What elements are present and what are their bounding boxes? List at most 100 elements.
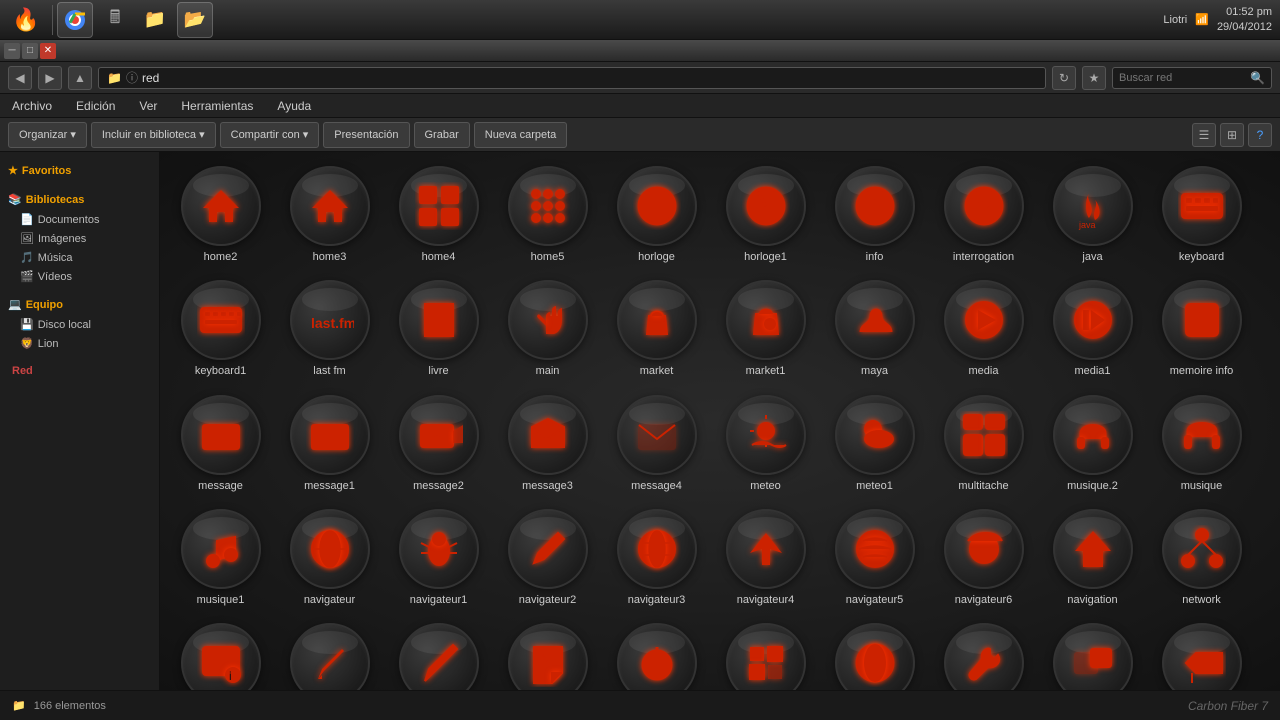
window-chrome: ─ □ ✕	[0, 40, 1280, 62]
icon-item-opera[interactable]: opera	[822, 617, 927, 690]
icon-item-livre[interactable]: livre	[386, 274, 491, 384]
icon-item-message2[interactable]: message2	[386, 389, 491, 499]
icon-circle-interrogation: ?	[944, 166, 1024, 246]
menu-archivo[interactable]: Archivo	[8, 97, 56, 115]
icon-item-home2[interactable]: home2	[168, 160, 273, 270]
icon-item-keyboard1[interactable]: keyboard1	[168, 274, 273, 384]
lion-label: Lion	[38, 338, 59, 350]
icon-item-musique1[interactable]: musique1	[168, 503, 273, 613]
forward-button[interactable]: ▶	[38, 66, 62, 90]
icon-item-home4[interactable]: home4	[386, 160, 491, 270]
icon-item-message1[interactable]: message1	[277, 389, 382, 499]
icon-item-navigateur6[interactable]: navigateur6	[931, 503, 1036, 613]
icon-item-note1[interactable]: note1	[277, 617, 382, 690]
chrome-icon[interactable]	[57, 2, 93, 38]
search-icon[interactable]: 🔍	[1250, 71, 1265, 85]
icon-item-network[interactable]: network	[1149, 503, 1254, 613]
up-button[interactable]: ▲	[68, 66, 92, 90]
icon-item-market1[interactable]: market1	[713, 274, 818, 384]
icon-item-outlook[interactable]: outlook	[1040, 617, 1145, 690]
icon-item-message3[interactable]: message3	[495, 389, 600, 499]
ubuntu-icon[interactable]: 🔥	[8, 2, 44, 38]
maximize-button[interactable]: □	[22, 43, 38, 59]
icon-item-media[interactable]: media	[931, 274, 1036, 384]
icon-item-notes[interactable]: N notes	[495, 617, 600, 690]
close-button[interactable]: ✕	[40, 43, 56, 59]
icon-item-musique[interactable]: musique	[1149, 389, 1254, 499]
icon-label-navigateur2: navigateur2	[519, 593, 577, 607]
organizar-button[interactable]: Organizar ▾	[8, 122, 87, 148]
icon-circle-message4	[617, 395, 697, 475]
folder-icon[interactable]: 📂	[177, 2, 213, 38]
nueva-carpeta-button[interactable]: Nueva carpeta	[474, 122, 568, 148]
icon-item-market[interactable]: market	[604, 274, 709, 384]
calculator-icon[interactable]: 🖩	[97, 2, 133, 38]
menu-edicion[interactable]: Edición	[72, 97, 119, 115]
icon-item-note2[interactable]: note2	[386, 617, 491, 690]
sidebar-header-bibliotecas[interactable]: 📚 Bibliotecas	[0, 189, 159, 210]
icon-item-java[interactable]: java java	[1040, 160, 1145, 270]
incluir-biblioteca-button[interactable]: Incluir en biblioteca ▾	[91, 122, 216, 148]
icon-item-media1[interactable]: media1	[1040, 274, 1145, 384]
menu-ver[interactable]: Ver	[135, 97, 161, 115]
icon-item-last_fm[interactable]: last.fm last fm	[277, 274, 382, 384]
icon-item-navigateur1[interactable]: navigateur1	[386, 503, 491, 613]
icon-item-office[interactable]: office	[713, 617, 818, 690]
view-details-icon[interactable]: ☰	[1192, 123, 1216, 147]
icon-item-message4[interactable]: message4	[604, 389, 709, 499]
menu-ayuda[interactable]: Ayuda	[273, 97, 315, 115]
back-button[interactable]: ◀	[8, 66, 32, 90]
sidebar-header-equipo[interactable]: 💻 Equipo	[0, 294, 159, 315]
icon-item-navigateur4[interactable]: navigateur4	[713, 503, 818, 613]
minimize-button[interactable]: ─	[4, 43, 20, 59]
icon-item-interrogation[interactable]: ? interrogation	[931, 160, 1036, 270]
icon-item-off[interactable]: off	[604, 617, 709, 690]
svg-text:i: i	[1198, 309, 1202, 331]
compartir-button[interactable]: Compartir con ▾	[220, 122, 320, 148]
sidebar-item-lion[interactable]: 🦁 Lion	[0, 334, 159, 353]
sidebar-header-favoritos[interactable]: ★ Favoritos	[0, 160, 159, 181]
icon-item-navigateur3[interactable]: navigateur3	[604, 503, 709, 613]
sidebar-item-musica[interactable]: 🎵 Música	[0, 248, 159, 267]
help-icon[interactable]: ?	[1248, 123, 1272, 147]
refresh-icon[interactable]: ↻	[1052, 66, 1076, 90]
grabar-button[interactable]: Grabar	[414, 122, 470, 148]
icon-label-java: java	[1082, 250, 1102, 264]
icon-item-keyboard[interactable]: keyboard	[1149, 160, 1254, 270]
icon-item-navigation[interactable]: navigation	[1040, 503, 1145, 613]
status-bar: 📁 166 elementos Carbon Fiber 7	[0, 690, 1280, 720]
files-icon[interactable]: 📁	[137, 2, 173, 38]
icon-item-info[interactable]: i info	[822, 160, 927, 270]
icon-item-horloge1[interactable]: horloge1	[713, 160, 818, 270]
icon-item-horloge[interactable]: horloge	[604, 160, 709, 270]
icon-item-maya[interactable]: maya	[822, 274, 927, 384]
icon-item-memoire_info[interactable]: i memoire info	[1149, 274, 1254, 384]
icon-item-main[interactable]: main	[495, 274, 600, 384]
sidebar-header-red[interactable]: Red	[0, 361, 159, 381]
icon-item-meteo1[interactable]: meteo1	[822, 389, 927, 499]
sidebar-item-videos[interactable]: 🎬 Vídeos	[0, 267, 159, 286]
sidebar-item-disco[interactable]: 💾 Disco local	[0, 315, 159, 334]
search-box[interactable]: Buscar red 🔍	[1112, 67, 1272, 89]
icon-item-musique2[interactable]: musique.2	[1040, 389, 1145, 499]
icon-item-home5[interactable]: home5	[495, 160, 600, 270]
presentacion-button[interactable]: Presentación	[323, 122, 409, 148]
icon-item-nformations[interactable]: i nformations applications	[168, 617, 273, 690]
icon-item-home3[interactable]: home3	[277, 160, 382, 270]
icon-item-pancarte[interactable]: pancarte	[1149, 617, 1254, 690]
icon-item-outils[interactable]: outils	[931, 617, 1036, 690]
menu-herramientas[interactable]: Herramientas	[177, 97, 257, 115]
icon-item-navigateur[interactable]: navigateur	[277, 503, 382, 613]
sidebar-item-documentos[interactable]: 📄 Documentos	[0, 210, 159, 229]
icon-circle-office	[726, 623, 806, 690]
icon-item-message[interactable]: message	[168, 389, 273, 499]
icon-item-multitache[interactable]: multitache	[931, 389, 1036, 499]
icon-item-navigateur5[interactable]: navigateur5	[822, 503, 927, 613]
view-grid-icon[interactable]: ⊞	[1220, 123, 1244, 147]
address-path[interactable]: 📁 ⓘ red	[98, 67, 1046, 89]
sidebar-item-imagenes[interactable]: 🖼 Imágenes	[0, 229, 159, 248]
icon-item-navigateur2[interactable]: navigateur2	[495, 503, 600, 613]
documentos-icon: 📄	[20, 213, 34, 226]
star-icon[interactable]: ★	[1082, 66, 1106, 90]
icon-item-meteo[interactable]: meteo	[713, 389, 818, 499]
